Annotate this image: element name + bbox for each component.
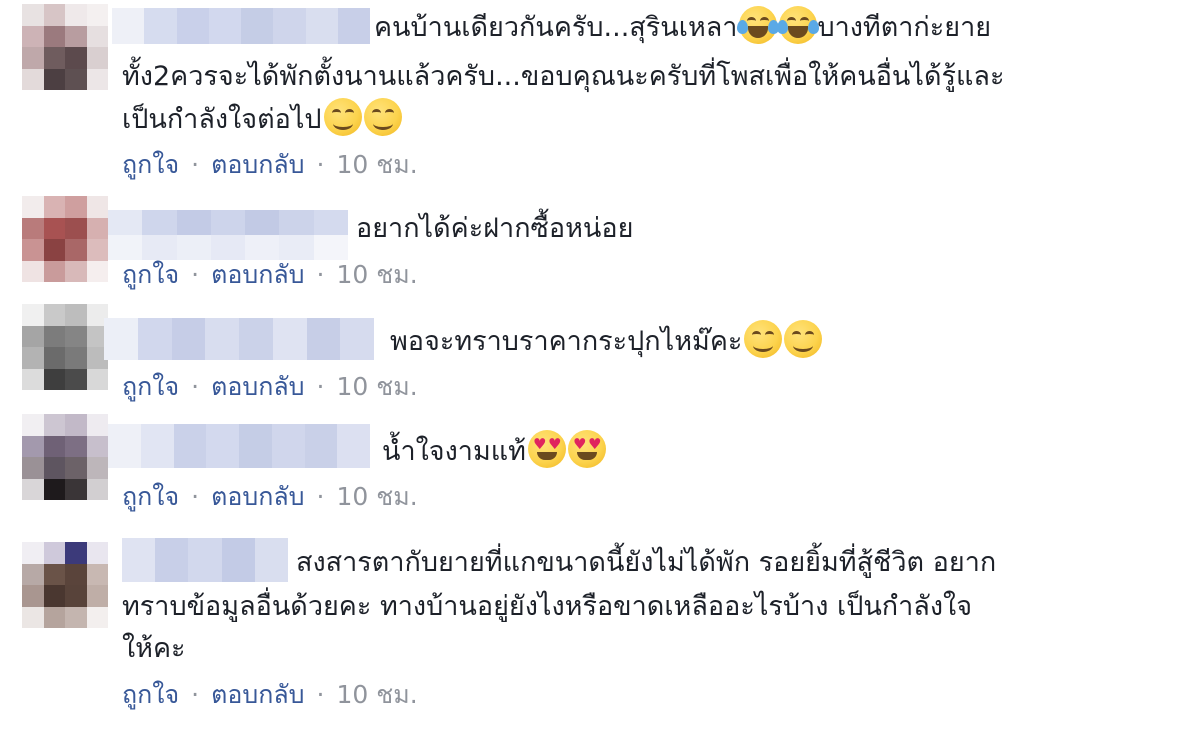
comment-actions: ถูกใจ · ตอบกลับ · 10 ชม. bbox=[122, 678, 418, 712]
separator-dot: · bbox=[316, 150, 325, 179]
comment-text-line-2: ทราบข้อมูลอื่นด้วยคะ ทางบ้านอยู่ยังไงหรื… bbox=[122, 591, 973, 622]
commenter-name-blurred[interactable] bbox=[122, 538, 288, 582]
separator-dot: · bbox=[191, 482, 200, 511]
separator-dot: · bbox=[316, 372, 325, 401]
comment-actions: ถูกใจ · ตอบกลับ · 10 ชม. bbox=[122, 370, 418, 404]
smiling-face-icon bbox=[323, 98, 362, 136]
commenter-name-blurred[interactable] bbox=[108, 424, 370, 468]
reply-link[interactable]: ตอบกลับ bbox=[211, 372, 304, 401]
comment-text-line-3: ให้คะ bbox=[122, 633, 186, 664]
comment-text-line: น้ำใจงามแท้ bbox=[382, 436, 526, 467]
comment-text-line-1: คนบ้านเดียวกันครับ...สุรินเหลา bbox=[374, 12, 738, 43]
comment-text: น้ำใจงามแท้ ♥ ♥ ♥ ♥ bbox=[382, 430, 606, 473]
commenter-name-blurred[interactable] bbox=[108, 210, 348, 260]
avatar[interactable] bbox=[22, 196, 108, 282]
reply-link[interactable]: ตอบกลับ bbox=[211, 150, 304, 179]
timestamp[interactable]: 10 ชม. bbox=[337, 150, 418, 179]
heart-eyes-face-icon: ♥ ♥ bbox=[527, 430, 566, 468]
commenter-name-blurred[interactable] bbox=[112, 8, 370, 44]
timestamp[interactable]: 10 ชม. bbox=[337, 680, 418, 709]
commenter-name-blurred[interactable] bbox=[104, 318, 374, 360]
like-link[interactable]: ถูกใจ bbox=[122, 372, 179, 401]
comment-text-line-1b: บางทีตาก่ะยาย bbox=[817, 12, 992, 43]
avatar[interactable] bbox=[22, 4, 108, 90]
avatar[interactable] bbox=[22, 304, 108, 390]
smiling-face-icon bbox=[784, 320, 823, 358]
comment-actions: ถูกใจ · ตอบกลับ · 10 ชม. bbox=[122, 480, 418, 514]
avatar[interactable] bbox=[22, 414, 108, 500]
comment-text-line-1: สงสารตากับยายที่แกขนาดนี้ยังไม่ได้พัก รอ… bbox=[296, 547, 997, 578]
reply-link[interactable]: ตอบกลับ bbox=[211, 482, 304, 511]
comment-text: อยากได้ค่ะฝากซื้อหน่อย bbox=[356, 213, 634, 244]
reply-link[interactable]: ตอบกลับ bbox=[211, 680, 304, 709]
separator-dot: · bbox=[316, 482, 325, 511]
comment-text-line-2: ทั้ง2ควรจะได้พักตั้งนานแล้วครับ...ขอบคุณ… bbox=[122, 61, 1005, 92]
timestamp[interactable]: 10 ชม. bbox=[337, 482, 418, 511]
like-link[interactable]: ถูกใจ bbox=[122, 680, 179, 709]
smiling-face-icon bbox=[363, 98, 402, 136]
comment-actions: ถูกใจ · ตอบกลับ · 10 ชม. bbox=[122, 148, 418, 182]
comment-actions: ถูกใจ · ตอบกลับ · 10 ชม. bbox=[122, 258, 418, 292]
like-link[interactable]: ถูกใจ bbox=[122, 260, 179, 289]
comment-text-line: พอจะทราบราคากระปุกไหม๊คะ bbox=[390, 326, 743, 357]
like-link[interactable]: ถูกใจ bbox=[122, 482, 179, 511]
face-with-tears-of-joy-icon bbox=[737, 6, 780, 44]
separator-dot: · bbox=[316, 260, 325, 289]
comment-text-line-3: เป็นกำลังใจต่อไป bbox=[122, 104, 322, 135]
comment-text: พอจะทราบราคากระปุกไหม๊คะ bbox=[390, 320, 823, 363]
reply-link[interactable]: ตอบกลับ bbox=[211, 260, 304, 289]
smiling-face-icon bbox=[744, 320, 783, 358]
separator-dot: · bbox=[191, 680, 200, 709]
timestamp[interactable]: 10 ชม. bbox=[337, 372, 418, 401]
avatar[interactable] bbox=[22, 542, 108, 628]
separator-dot: · bbox=[316, 680, 325, 709]
comment-text: คนบ้านเดียวกันครับ...สุรินเหลา บางทีตาก่ะ… bbox=[374, 6, 991, 49]
comment-text-line-3-wrap: เป็นกำลังใจต่อไป bbox=[122, 98, 402, 141]
timestamp[interactable]: 10 ชม. bbox=[337, 260, 418, 289]
heart-eyes-face-icon: ♥ ♥ bbox=[567, 430, 606, 468]
face-with-tears-of-joy-icon bbox=[777, 6, 820, 44]
separator-dot: · bbox=[191, 372, 200, 401]
separator-dot: · bbox=[191, 260, 200, 289]
separator-dot: · bbox=[191, 150, 200, 179]
like-link[interactable]: ถูกใจ bbox=[122, 150, 179, 179]
